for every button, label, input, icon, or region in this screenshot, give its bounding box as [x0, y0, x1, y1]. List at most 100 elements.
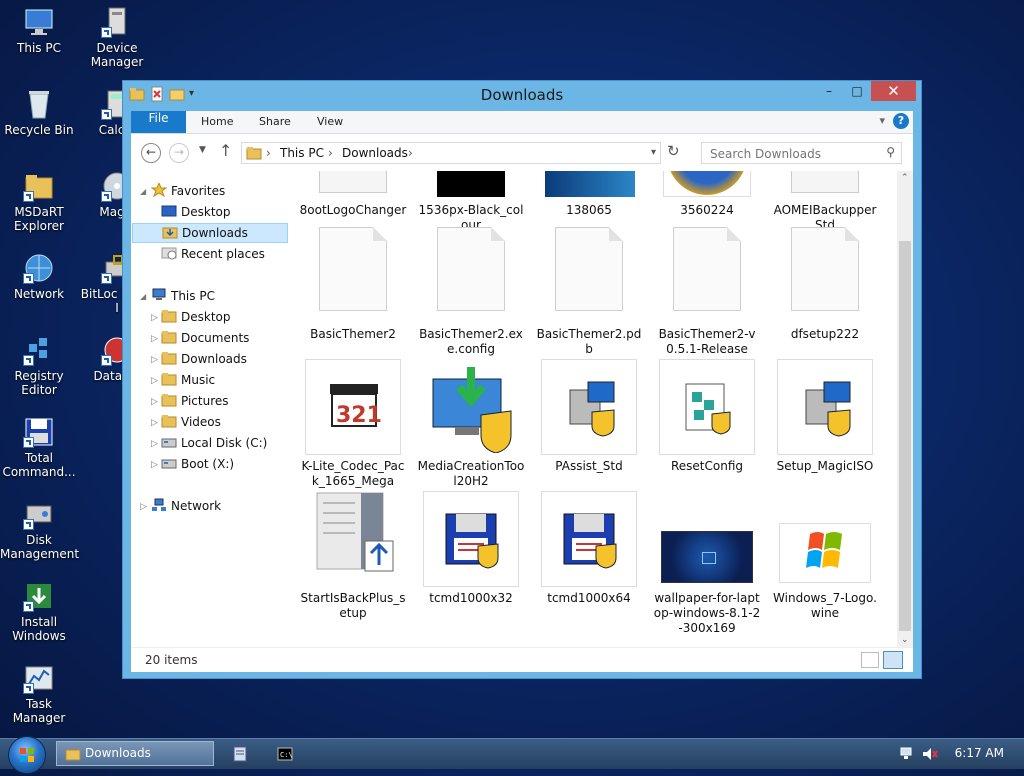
expand-icon[interactable]: ▷ [151, 460, 158, 470]
file-item-setup-magiciso[interactable]: Setup_MagicISO [769, 359, 881, 474]
nav-fav-desktop[interactable]: Desktop [161, 202, 231, 222]
file-item-aomeibackupperstd[interactable]: AOMEIBackupperStd [769, 171, 881, 233]
nav-pc-music[interactable]: Music [161, 370, 215, 390]
command-prompt-icon[interactable]: C:\ [277, 746, 293, 765]
tab-share[interactable]: Share [245, 111, 305, 133]
collapse-icon[interactable]: ◢ [140, 187, 146, 196]
search-box[interactable]: ⚲ [701, 142, 902, 164]
desktop-icon-label: Total Command... [2, 451, 76, 479]
file-item-startisbackplus-setup[interactable]: StartIsBackPlus_setup [297, 491, 409, 621]
large-icons-view-icon[interactable] [883, 651, 903, 669]
nav-pc-documents[interactable]: Documents [161, 328, 249, 348]
volume-muted-icon[interactable] [922, 747, 938, 764]
expand-icon[interactable]: ▷ [151, 334, 158, 344]
desktop-icon-registry-editor[interactable]: Registry Editor [0, 334, 78, 397]
file-item-1536px-black-colour[interactable]: 1536px-Black_colour [415, 171, 527, 233]
file-item-3560224[interactable]: 3560224 [651, 171, 763, 218]
nav-pc-pictures[interactable]: Pictures [161, 391, 229, 411]
file-item-dfsetup222[interactable]: dfsetup222 [769, 227, 881, 342]
file-item-138065[interactable]: 138065 [533, 171, 645, 218]
nav-fav-recent[interactable]: Recent places [161, 244, 265, 264]
file-name: K-Lite_Codec_Pack_1665_Mega [301, 459, 405, 488]
desktop-icon-install-windows[interactable]: Install Windows [0, 580, 78, 643]
scroll-up-icon[interactable]: ⌃ [901, 173, 909, 183]
computer-icon [151, 288, 167, 302]
tab-home[interactable]: Home [187, 111, 247, 133]
scroll-down-icon[interactable]: ⌄ [901, 635, 909, 645]
nav-favorites[interactable]: Favorites [150, 181, 225, 201]
desktop-icon-network[interactable]: Network [0, 252, 78, 301]
desktop-icon-disk-management[interactable]: Disk Management [0, 498, 79, 561]
expand-icon[interactable]: ▷ [151, 376, 158, 386]
nav-pc-downloads[interactable]: Downloads [161, 349, 247, 369]
minimize-button[interactable]: – [815, 81, 843, 101]
desktop-icon-this-pc[interactable]: This PC [0, 6, 78, 55]
expand-icon[interactable]: ▷ [151, 313, 158, 323]
help-icon[interactable]: ? [893, 113, 909, 129]
file-item-basicthemer2-pdb[interactable]: BasicThemer2.pdb [533, 227, 645, 357]
file-item-basicthemer2[interactable]: BasicThemer2 [297, 227, 409, 342]
expand-icon[interactable]: ▷ [151, 418, 158, 428]
details-view-icon[interactable] [861, 652, 879, 668]
refresh-button[interactable]: ↻ [667, 142, 680, 160]
search-icon[interactable]: ⚲ [886, 145, 895, 159]
tab-view[interactable]: View [303, 111, 357, 133]
address-dropdown-icon[interactable]: ▾ [651, 147, 656, 158]
file-thumbnail [541, 359, 637, 455]
file-thumbnail [659, 227, 755, 323]
file-item-passist-std[interactable]: PAssist_Std [533, 359, 645, 474]
desktop-icon-recycle-bin[interactable]: Recycle Bin [0, 88, 78, 137]
desktop-icon-total-command[interactable]: Total Command... [0, 416, 78, 479]
nav-pc-desktop[interactable]: Desktop [161, 307, 231, 327]
file-item-basicthemer2-exe-config[interactable]: BasicThemer2.exe.config [415, 227, 527, 357]
clock[interactable]: 6:17 AM [955, 746, 1004, 760]
tab-file[interactable]: File [131, 111, 186, 133]
nav-pc-boot-x[interactable]: Boot (X:) [161, 454, 234, 474]
nav-pc-videos[interactable]: Videos [161, 412, 221, 432]
forward-button[interactable]: → [169, 143, 189, 163]
nav-item-label: Desktop [181, 310, 231, 324]
taskbar-downloads[interactable]: Downloads [56, 741, 214, 766]
nav-pc-local-disk-c[interactable]: Local Disk (C:) [161, 433, 267, 453]
file-item-wallpaper-for-laptop-windows-8-1-2-300x169[interactable]: wallpaper-for-laptop-windows-8.1-2-300x1… [651, 491, 763, 636]
file-item-tcmd1000x64[interactable]: tcmd1000x64 [533, 491, 645, 606]
expand-icon[interactable]: ▷ [151, 439, 158, 449]
file-item-k-lite-codec-pack-1665-mega[interactable]: 321 K-Lite_Codec_Pack_1665_Mega [297, 359, 409, 489]
vertical-scrollbar[interactable]: ⌃ ⌄ [897, 171, 913, 647]
maximize-button[interactable]: □ [843, 81, 871, 101]
collapse-icon[interactable]: ◢ [140, 292, 146, 301]
notepad-icon[interactable] [232, 746, 248, 765]
desktop-icon-msdart-explorer[interactable]: MSDaRT Explorer [0, 170, 78, 233]
file-item-8ootlogochanger[interactable]: 8ootLogoChanger [297, 171, 409, 218]
close-button[interactable]: ✕ [871, 81, 916, 101]
nav-fav-downloads[interactable]: Downloads [132, 223, 288, 243]
search-input[interactable] [708, 144, 872, 164]
expand-icon[interactable]: ▷ [151, 355, 158, 365]
nav-this-pc[interactable]: This PC [151, 286, 215, 306]
star-icon [150, 181, 168, 198]
file-item-resetconfig[interactable]: ResetConfig [651, 359, 763, 474]
start-button[interactable] [8, 736, 46, 774]
desktop-icon-label: Install Windows [12, 615, 66, 643]
recent-locations-icon[interactable]: ▼ [199, 145, 206, 155]
nav-network[interactable]: Network [151, 496, 221, 516]
file-item-mediacreationtool20h2[interactable]: MediaCreationTool20H2 [415, 359, 527, 489]
breadcrumb-downloads[interactable]: Downloads [342, 146, 408, 160]
breadcrumb-this-pc[interactable]: This PC [280, 146, 324, 160]
up-button[interactable]: ↑ [219, 141, 232, 160]
expand-icon[interactable]: ▷ [151, 397, 158, 407]
scrollbar-thumb[interactable] [899, 241, 911, 631]
file-item-basicthemer2-v0-5-1-release[interactable]: BasicThemer2-v0.5.1-Release [651, 227, 763, 357]
expand-ribbon-icon[interactable]: ▾ [879, 114, 885, 127]
desktop-icon-device-manager[interactable]: Device Manager [78, 6, 156, 69]
title-bar[interactable]: ▾ Downloads – □ ✕ [123, 81, 921, 109]
expand-icon[interactable]: ▷ [140, 502, 147, 512]
back-button[interactable]: ← [141, 143, 161, 163]
file-item-tcmd1000x32[interactable]: tcmd1000x32 [415, 491, 527, 606]
address-bar[interactable]: › This PC › Downloads › ▾ [241, 142, 661, 164]
network-tray-icon[interactable] [898, 747, 914, 764]
desktop-icon-task-manager[interactable]: Task Manager [0, 662, 78, 725]
explorer-window[interactable]: ▾ Downloads – □ ✕ File Home Share View ▾… [122, 80, 922, 679]
file-item-windows-7-logo-wine[interactable]: Windows_7-Logo.wine [769, 491, 881, 621]
file-thumbnail [423, 171, 519, 199]
